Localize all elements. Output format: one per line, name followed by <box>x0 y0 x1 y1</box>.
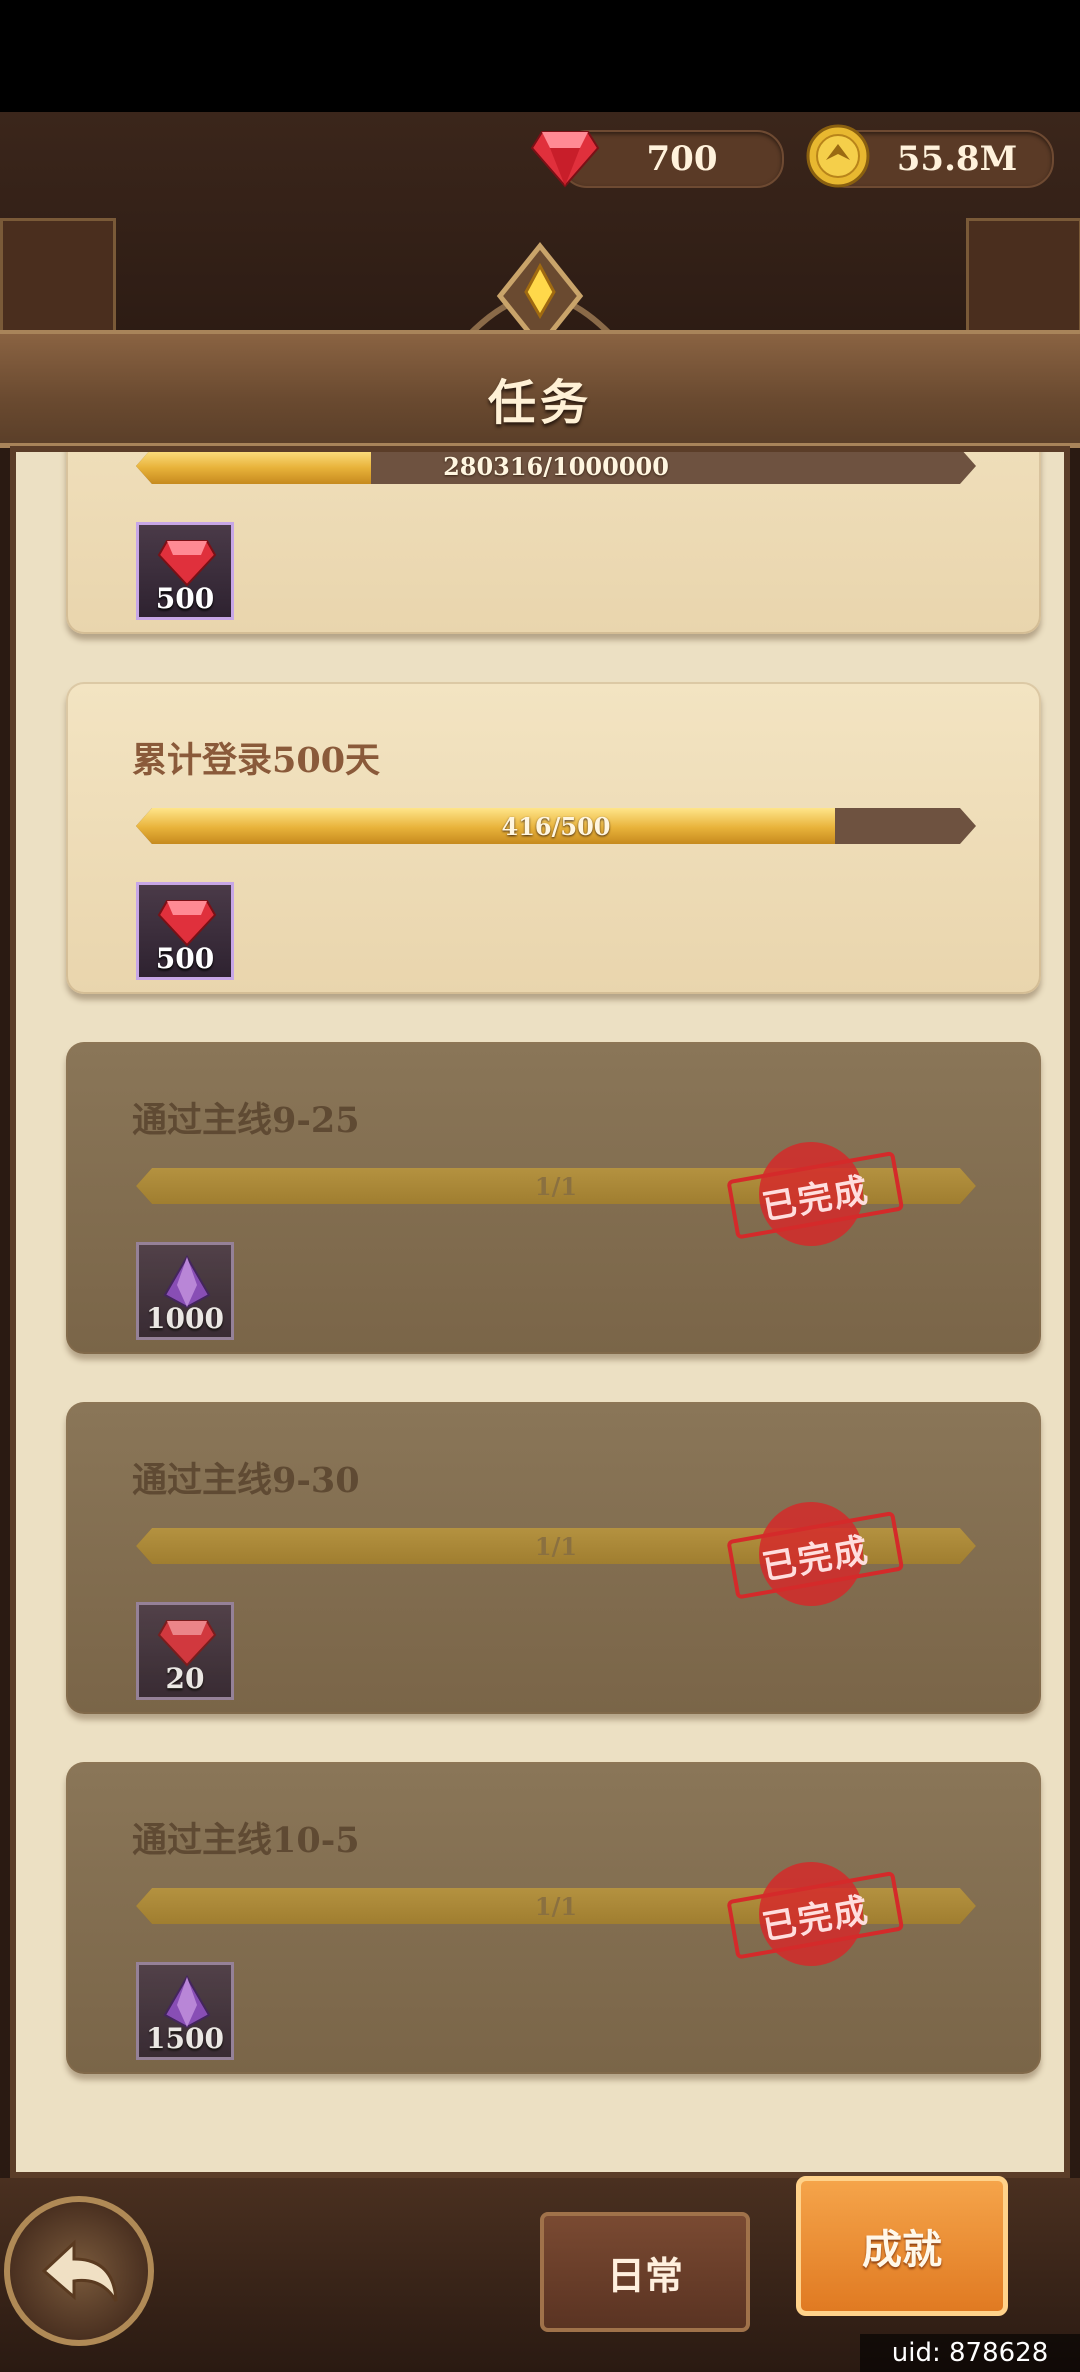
gem-count: 700 <box>646 139 718 179</box>
task-card: 280316/1000000 500 <box>66 448 1041 634</box>
purple-crystal-icon <box>163 1975 211 2029</box>
reward-slot[interactable]: 1500 <box>136 1962 234 2060</box>
uid-label: uid: 878628 <box>860 2334 1080 2372</box>
task-title: 通过主线9-30 <box>132 1460 360 1501</box>
reward-slot[interactable]: 500 <box>136 522 234 620</box>
status-bar <box>0 0 1080 112</box>
task-card: 通过主线9-25 1/1 1000 已完成 <box>66 1042 1041 1354</box>
progress-text: 280316/1000000 <box>443 451 669 481</box>
reward-slot[interactable]: 500 <box>136 882 234 980</box>
task-card: 累计登录500天 416/500 500 <box>66 682 1041 994</box>
task-card: 通过主线9-30 1/1 20 已完成 <box>66 1402 1041 1714</box>
completed-stamp: 已完成 <box>707 1118 915 1269</box>
red-gem-icon <box>157 1620 217 1667</box>
completed-stamp: 已完成 <box>707 1478 915 1629</box>
task-title: 通过主线10-5 <box>132 1820 360 1861</box>
task-card: 通过主线10-5 1/1 1500 已完成 <box>66 1762 1041 2074</box>
reward-amount: 1500 <box>146 2022 224 2055</box>
red-gem-icon <box>157 900 217 947</box>
tab-achievement[interactable]: 成就 <box>796 2176 1008 2316</box>
progress-text: 416/500 <box>501 811 611 841</box>
task-title: 通过主线9-25 <box>132 1100 360 1141</box>
reward-amount: 500 <box>155 582 215 615</box>
back-arrow-icon <box>41 2239 118 2302</box>
red-gem-icon <box>157 540 217 587</box>
task-list[interactable]: 280316/1000000 500 累计登录500天 416/500 500 … <box>10 446 1070 2178</box>
gold-coin-icon <box>806 124 870 188</box>
left-pillar-decoration <box>0 218 116 334</box>
progress-bar: 416/500 <box>136 808 976 844</box>
completed-stamp: 已完成 <box>707 1838 915 1989</box>
title-banner: 任务 <box>0 330 1080 448</box>
red-gem-icon <box>530 131 600 188</box>
gold-count: 55.8M <box>896 139 1018 179</box>
reward-amount: 1000 <box>146 1302 224 1335</box>
reward-slot[interactable]: 1000 <box>136 1242 234 1340</box>
page-title: 任务 <box>487 374 592 431</box>
reward-amount: 20 <box>165 1662 205 1695</box>
purple-crystal-icon <box>163 1255 211 1309</box>
right-pillar-decoration <box>966 218 1080 334</box>
back-button[interactable] <box>4 2196 154 2346</box>
reward-slot[interactable]: 20 <box>136 1602 234 1700</box>
task-title: 累计登录500天 <box>132 740 381 781</box>
progress-bar: 280316/1000000 <box>136 448 976 484</box>
tab-daily[interactable]: 日常 <box>540 2212 750 2332</box>
reward-amount: 500 <box>155 942 215 975</box>
